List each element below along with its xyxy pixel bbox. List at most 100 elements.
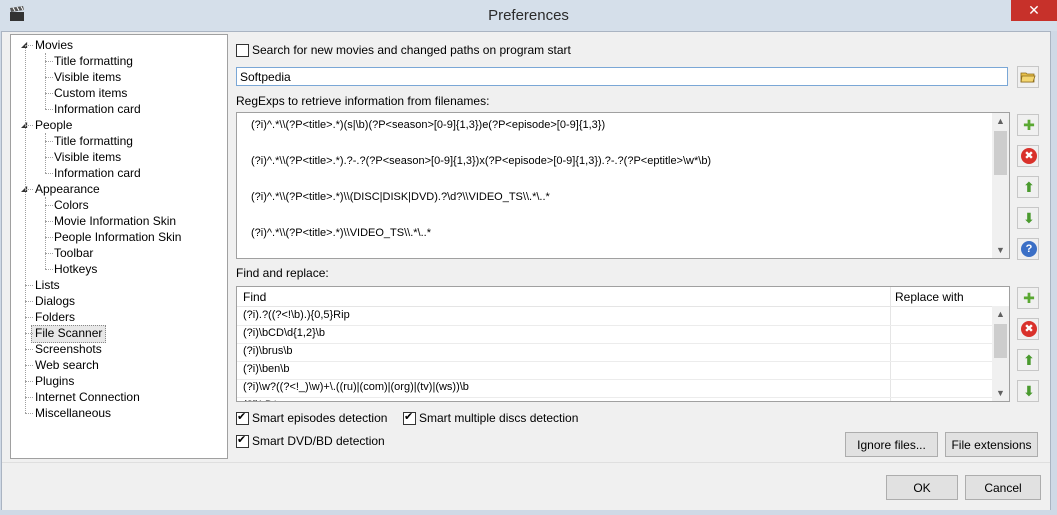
tree-item-people[interactable]: People ◢ (21, 117, 73, 133)
tree-item-information-card[interactable]: Information card (54, 101, 141, 117)
tree-item-movie-information-skin[interactable]: Movie Information Skin (54, 213, 176, 229)
smart-dvd-label: Smart DVD/BD detection (252, 434, 385, 448)
regexp-item[interactable]: (?i)^.*\\(?P<title>.*).?-.?(?P<season>[0… (251, 155, 711, 167)
tree-item-title-formatting[interactable]: Title formatting (54, 53, 133, 69)
regexps-scrollbar[interactable]: ▲ ▼ (992, 113, 1009, 258)
scroll-down-arrow[interactable]: ▼ (992, 242, 1009, 258)
tree-connector (45, 133, 46, 173)
scroll-thumb[interactable] (994, 324, 1007, 358)
replace-column-header[interactable]: Replace with (895, 290, 964, 304)
find-cell[interactable]: (?i).?((?<!\b).){0,5}Rip (243, 309, 350, 321)
ok-button[interactable]: OK (886, 475, 958, 500)
table-row[interactable]: (?i)\bCD\d{1,2}\b (237, 325, 992, 344)
table-row[interactable]: (?i)\w?((?<!_)\w)+\.((ru)|(com)|(org)|(t… (237, 379, 992, 398)
move-down-regexp-button[interactable]: ⬇ (1017, 207, 1039, 229)
find-cell[interactable]: (?i)\ben\b (243, 363, 289, 375)
tree-item-title-formatting[interactable]: Title formatting (54, 133, 133, 149)
find-cell[interactable]: (?i)\bCD\d{1,2}\b (243, 327, 325, 339)
tree-item-web-search[interactable]: Web search (35, 357, 99, 373)
add-regexp-button[interactable]: ✚ (1017, 114, 1039, 136)
tree-item-plugins[interactable]: Plugins (35, 373, 74, 389)
tree-item-movies[interactable]: Movies ◢ (21, 37, 74, 53)
table-row[interactable]: (?i)LD* (237, 397, 992, 401)
add-replace-button[interactable]: ✚ (1017, 287, 1039, 309)
tree-connector (45, 237, 53, 238)
tree-item-label: Visible items (54, 70, 122, 84)
tree-item-dialogs[interactable]: Dialogs (35, 293, 75, 309)
tree-item-hotkeys[interactable]: Hotkeys (54, 261, 97, 277)
window-frame: Preferences ✕ Movies ◢ Title formatting Vis… (0, 0, 1057, 515)
find-cell[interactable]: (?i)LD* (243, 399, 277, 401)
tree-item-custom-items[interactable]: Custom items (54, 85, 127, 101)
search-new-label: Search for new movies and changed paths … (252, 43, 571, 57)
window-title: Preferences (488, 7, 569, 24)
tree-connector (45, 77, 53, 78)
tree-item-label: Movies (35, 38, 74, 52)
tree-item-screenshots[interactable]: Screenshots (35, 341, 102, 357)
tree-connector (45, 173, 53, 174)
plus-icon: ✚ (1023, 290, 1035, 306)
tree-connector (45, 253, 53, 254)
remove-regexp-button[interactable]: ✖ (1017, 145, 1039, 167)
close-button[interactable]: ✕ (1011, 0, 1057, 21)
tree-item-miscellaneous[interactable]: Miscellaneous (35, 405, 111, 421)
settings-tree[interactable]: Movies ◢ Title formatting Visible items Cust… (10, 34, 228, 459)
tree-connector (45, 269, 53, 270)
scroll-up-arrow[interactable]: ▲ (992, 306, 1009, 322)
regexps-list[interactable]: (?i)^.*\\(?P<title>.*)(s|\b)(?P<season>[… (236, 112, 1010, 259)
move-up-regexp-button[interactable]: ⬆ (1017, 176, 1039, 198)
tree-item-label: Colors (54, 198, 89, 212)
tree-connector (45, 197, 46, 269)
search-new-checkbox[interactable] (236, 44, 249, 57)
find-cell[interactable]: (?i)\brus\b (243, 345, 293, 357)
tree-item-folders[interactable]: Folders (35, 309, 75, 325)
browse-folder-button[interactable] (1017, 66, 1039, 88)
move-up-replace-button[interactable]: ⬆ (1017, 349, 1039, 371)
tree-item-label: Folders (35, 310, 76, 324)
tree-item-label: Visible items (54, 150, 122, 164)
tree-item-label: Information card (54, 166, 141, 180)
help-regexp-button[interactable]: ? (1017, 238, 1039, 260)
scroll-up-arrow[interactable]: ▲ (992, 113, 1009, 129)
tree-item-toolbar[interactable]: Toolbar (54, 245, 93, 261)
path-field[interactable]: Softpedia (236, 67, 1008, 86)
tree-item-visible-items[interactable]: Visible items (54, 69, 121, 85)
regexp-item[interactable]: (?i)^.*\\(?P<title>.*)\\(DISC|DISK|DVD).… (251, 191, 550, 203)
tree-item-label: People (35, 118, 73, 132)
regexp-item[interactable]: (?i)^.*\\(?P<title>.*)\\VIDEO_TS\\.*\..* (251, 227, 431, 239)
scroll-down-arrow[interactable]: ▼ (992, 385, 1009, 401)
tree-item-visible-items[interactable]: Visible items (54, 149, 121, 165)
smart-multi-discs-checkbox[interactable] (403, 410, 416, 425)
tree-item-colors[interactable]: Colors (54, 197, 89, 213)
arrow-down-icon: ⬇ (1023, 210, 1035, 226)
tree-item-appearance[interactable]: Appearance ◢ (21, 181, 100, 197)
find-replace-label: Find and replace: (236, 266, 329, 280)
remove-replace-button[interactable]: ✖ (1017, 318, 1039, 340)
file-extensions-button[interactable]: File extensions (945, 432, 1038, 457)
ignore-files-button[interactable]: Ignore files... (845, 432, 938, 457)
smart-multi-discs-label: Smart multiple discs detection (419, 411, 579, 425)
find-column-header[interactable]: Find (243, 290, 266, 304)
find-replace-grid[interactable]: Find Replace with (?i).?((?<!\b).){0,5}R… (236, 286, 1010, 402)
grid-header: Find Replace with (237, 287, 992, 307)
remove-icon: ✖ (1021, 148, 1037, 164)
scroll-thumb[interactable] (994, 131, 1007, 175)
tree-item-people-information-skin[interactable]: People Information Skin (54, 229, 181, 245)
find-replace-scrollbar[interactable]: ▲ ▼ (992, 306, 1009, 401)
find-cell[interactable]: (?i)\w?((?<!_)\w)+\.((ru)|(com)|(org)|(t… (243, 381, 469, 393)
smart-dvd-checkbox[interactable] (236, 433, 249, 448)
tree-item-information-card[interactable]: Information card (54, 165, 141, 181)
tree-connector (45, 221, 53, 222)
cancel-button[interactable]: Cancel (965, 475, 1041, 500)
table-row[interactable]: (?i).?((?<!\b).){0,5}Rip (237, 307, 992, 326)
move-down-replace-button[interactable]: ⬇ (1017, 380, 1039, 402)
tree-item-label: Title formatting (54, 54, 133, 68)
table-row[interactable]: (?i)\brus\b (237, 343, 992, 362)
arrow-up-icon: ⬆ (1023, 179, 1035, 195)
table-row[interactable]: (?i)\ben\b (237, 361, 992, 380)
tree-item-internet-connection[interactable]: Internet Connection (35, 389, 140, 405)
smart-episodes-checkbox[interactable] (236, 410, 249, 425)
regexp-item[interactable]: (?i)^.*\\(?P<title>.*)(s|\b)(?P<season>[… (251, 119, 605, 131)
tree-connector (25, 333, 33, 334)
tree-item-lists[interactable]: Lists (35, 277, 60, 293)
